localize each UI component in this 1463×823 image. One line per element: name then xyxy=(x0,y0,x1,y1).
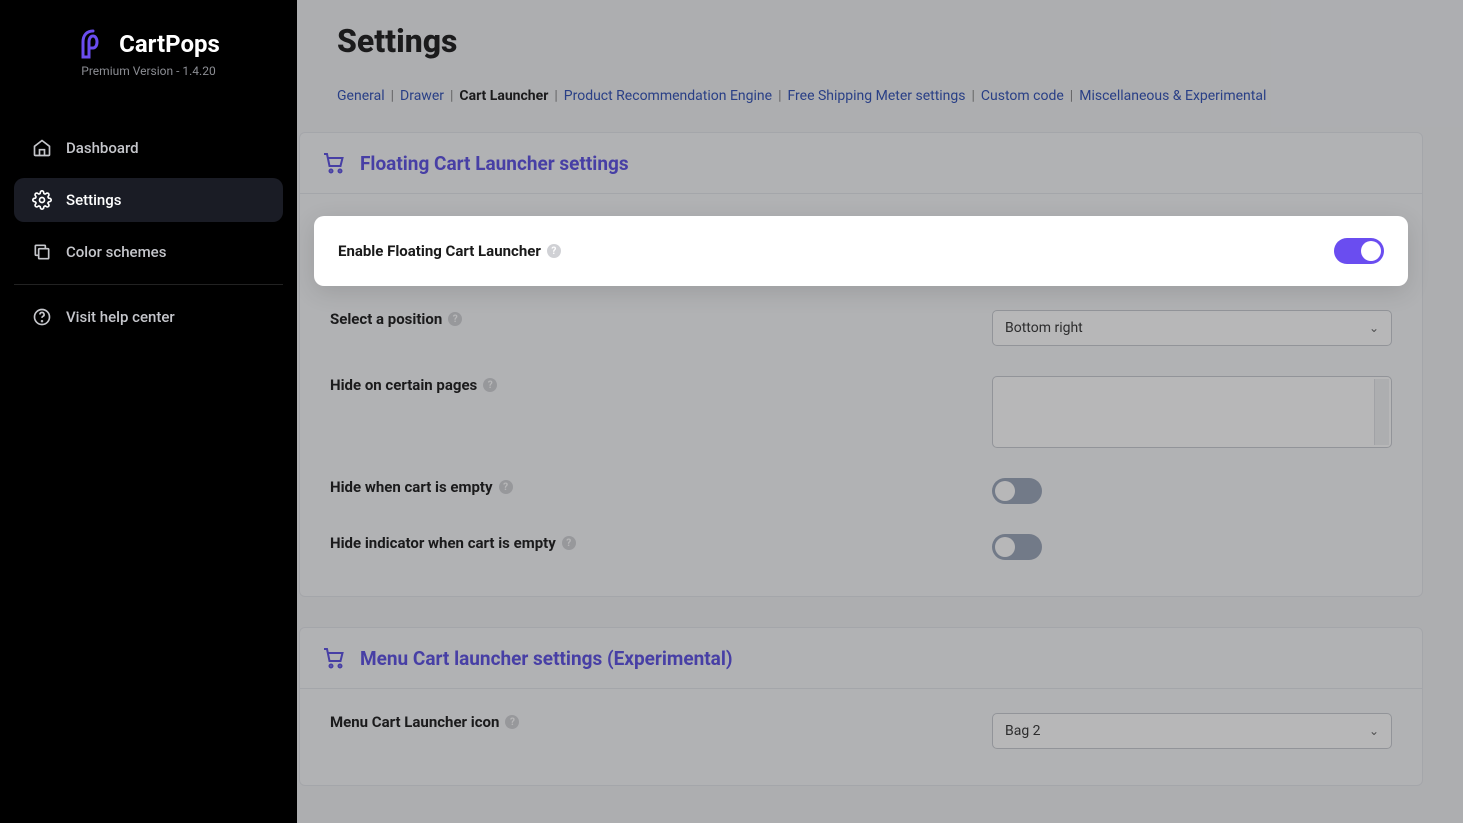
brand: CartPops xyxy=(20,28,277,60)
hide-empty-label: Hide when cart is empty xyxy=(330,478,493,496)
menu-launcher-panel: Menu Cart launcher settings (Experimenta… xyxy=(299,627,1423,786)
enable-floating-launcher-label: Enable Floating Cart Launcher xyxy=(338,242,541,260)
panel-title: Menu Cart launcher settings (Experimenta… xyxy=(360,647,733,670)
row-label: Hide on certain pages ? xyxy=(330,376,992,394)
hide-indicator-label: Hide indicator when cart is empty xyxy=(330,534,556,552)
panel-body: Menu Cart Launcher icon ? Bag 2 ⌄ xyxy=(300,689,1422,785)
panel-header: Floating Cart Launcher settings xyxy=(300,133,1422,194)
question-icon[interactable]: ? xyxy=(499,480,513,494)
menu-icon-select[interactable]: Bag 2 ⌄ xyxy=(992,713,1392,749)
question-icon[interactable]: ? xyxy=(547,244,561,258)
sidebar-item-settings[interactable]: Settings xyxy=(14,178,283,222)
cart-icon xyxy=(322,646,346,670)
hide-indicator-row: Hide indicator when cart is empty ? xyxy=(300,510,1422,566)
sidebar-item-dashboard[interactable]: Dashboard xyxy=(14,126,283,170)
tab-free-shipping-meter[interactable]: Free Shipping Meter settings xyxy=(787,88,965,104)
row-label: Hide indicator when cart is empty ? xyxy=(330,534,992,552)
help-icon xyxy=(32,307,52,327)
panel-header: Menu Cart launcher settings (Experimenta… xyxy=(300,628,1422,689)
settings-tabs: General | Drawer | Cart Launcher | Produ… xyxy=(297,88,1463,132)
tab-misc-experimental[interactable]: Miscellaneous & Experimental xyxy=(1079,88,1266,104)
brand-logo-icon xyxy=(77,28,109,60)
home-icon xyxy=(32,138,52,158)
row-label: Hide when cart is empty ? xyxy=(330,478,992,496)
sidebar-item-help[interactable]: Visit help center xyxy=(14,295,283,339)
question-icon[interactable]: ? xyxy=(448,312,462,326)
chevron-down-icon: ⌄ xyxy=(1369,724,1379,738)
row-label: Enable Floating Cart Launcher ? xyxy=(338,242,1334,260)
cart-icon xyxy=(322,151,346,175)
tab-custom-code[interactable]: Custom code xyxy=(981,88,1064,104)
sidebar: CartPops Premium Version - 1.4.20 Dashbo… xyxy=(0,0,297,823)
sidebar-item-label: Dashboard xyxy=(66,139,139,157)
question-icon[interactable]: ? xyxy=(505,715,519,729)
position-row: Select a position ? Bottom right ⌄ xyxy=(300,286,1422,352)
row-label: Menu Cart Launcher icon ? xyxy=(330,713,992,731)
menu-icon-row: Menu Cart Launcher icon ? Bag 2 ⌄ xyxy=(300,689,1422,755)
tab-drawer[interactable]: Drawer xyxy=(400,88,444,104)
hide-indicator-toggle[interactable] xyxy=(992,534,1042,560)
position-select-value: Bottom right xyxy=(1005,320,1083,336)
brand-name: CartPops xyxy=(119,30,220,58)
page-title: Settings xyxy=(297,0,1463,88)
hide-pages-row: Hide on certain pages ? xyxy=(300,352,1422,454)
hide-pages-label: Hide on certain pages xyxy=(330,376,477,394)
sidebar-item-color-schemes[interactable]: Color schemes xyxy=(14,230,283,274)
copy-icon xyxy=(32,242,52,262)
main-content: Settings General | Drawer | Cart Launche… xyxy=(297,0,1463,823)
floating-launcher-panel: Floating Cart Launcher settings Enable F… xyxy=(299,132,1423,597)
tab-cart-launcher[interactable]: Cart Launcher xyxy=(459,88,548,104)
position-select[interactable]: Bottom right ⌄ xyxy=(992,310,1392,346)
menu-icon-label: Menu Cart Launcher icon xyxy=(330,713,499,731)
panel-title: Floating Cart Launcher settings xyxy=(360,152,629,175)
tab-general[interactable]: General xyxy=(337,88,385,104)
position-label: Select a position xyxy=(330,310,442,328)
sidebar-item-label: Visit help center xyxy=(66,308,175,326)
sidebar-header: CartPops Premium Version - 1.4.20 xyxy=(0,0,297,90)
hide-empty-row: Hide when cart is empty ? xyxy=(300,454,1422,510)
brand-tagline: Premium Version - 1.4.20 xyxy=(20,64,277,78)
gear-icon xyxy=(32,190,52,210)
hide-empty-toggle[interactable] xyxy=(992,478,1042,504)
hide-pages-textarea[interactable] xyxy=(992,376,1392,448)
menu-icon-select-value: Bag 2 xyxy=(1005,723,1041,739)
sidebar-item-label: Settings xyxy=(66,191,122,209)
enable-floating-launcher-row: Enable Floating Cart Launcher ? xyxy=(314,216,1408,286)
tab-recommendation-engine[interactable]: Product Recommendation Engine xyxy=(564,88,772,104)
question-icon[interactable]: ? xyxy=(562,536,576,550)
question-icon[interactable]: ? xyxy=(483,378,497,392)
enable-floating-launcher-toggle[interactable] xyxy=(1334,238,1384,264)
sidebar-item-label: Color schemes xyxy=(66,243,166,261)
sidebar-nav: Dashboard Settings Color schemes Visit h… xyxy=(0,126,297,339)
panel-body: Enable Floating Cart Launcher ? Select a… xyxy=(300,216,1422,596)
row-label: Select a position ? xyxy=(330,310,992,328)
chevron-down-icon: ⌄ xyxy=(1369,321,1379,335)
sidebar-divider xyxy=(14,284,283,285)
